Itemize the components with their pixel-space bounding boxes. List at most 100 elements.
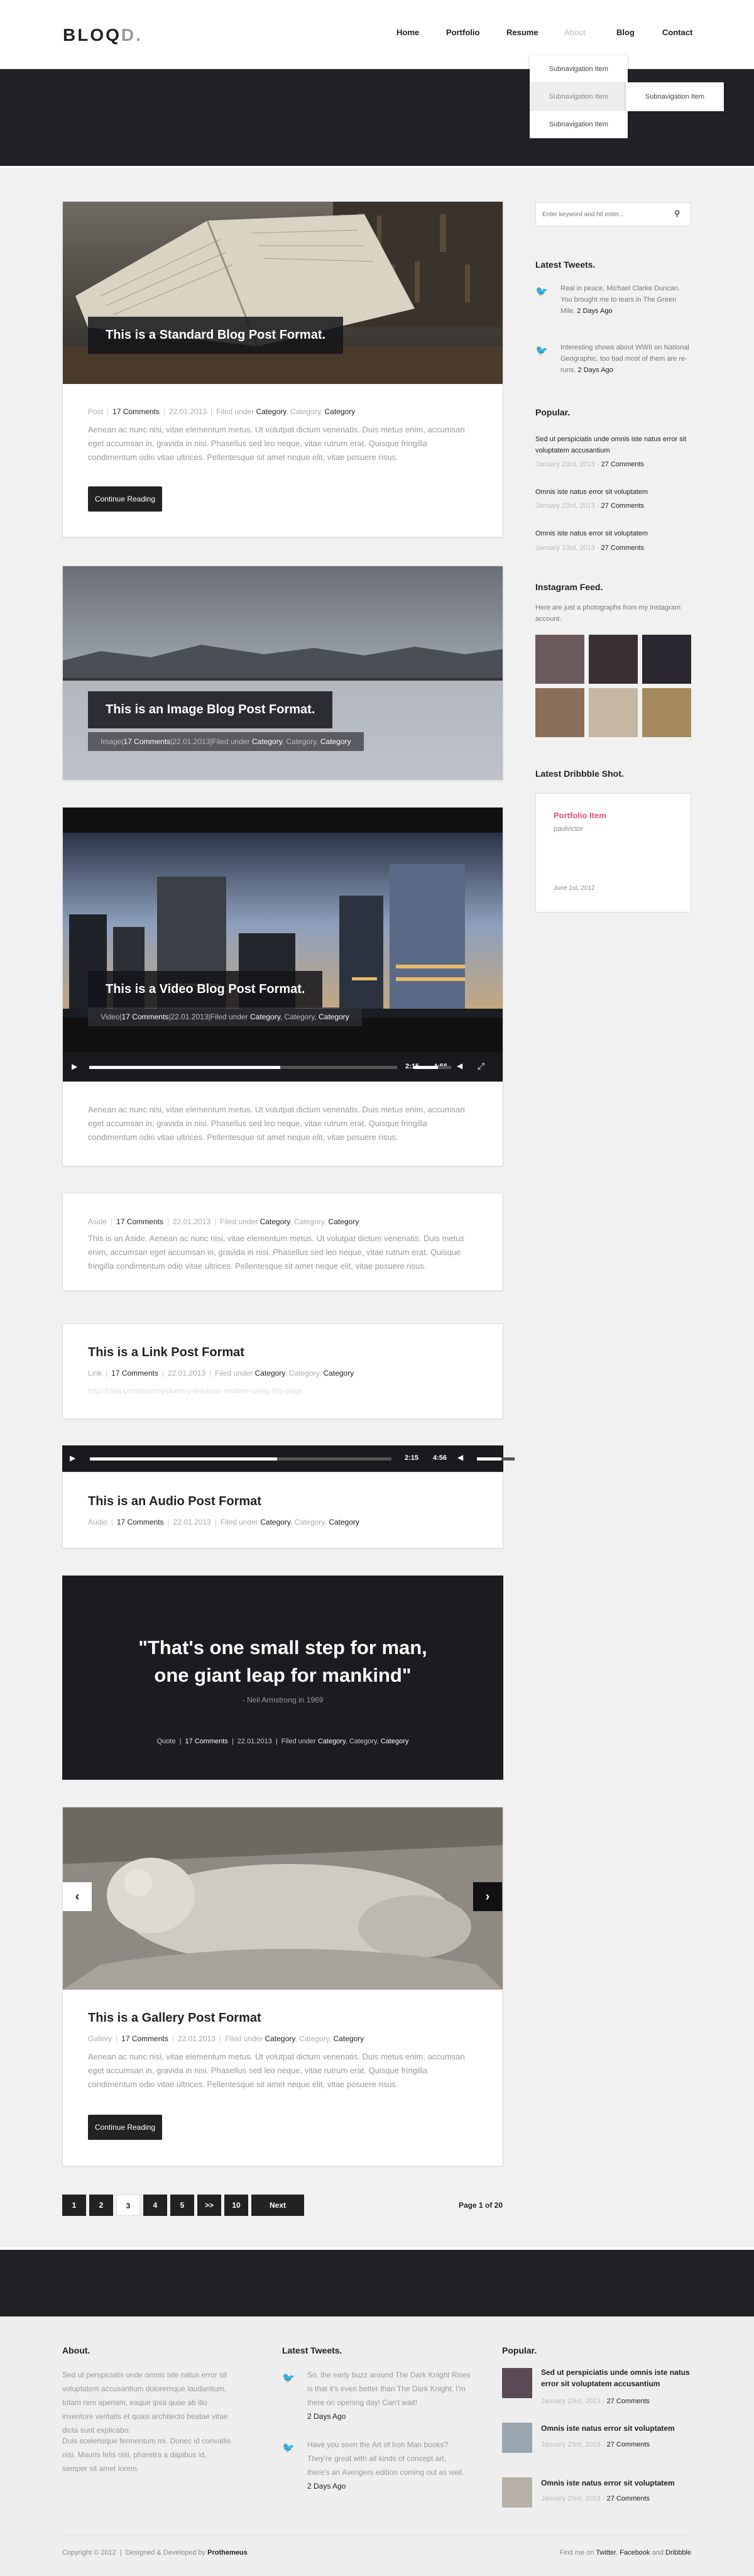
nav-home[interactable]: Home — [396, 28, 419, 37]
meta-category[interactable]: Category — [318, 1738, 346, 1745]
video-progress-track[interactable] — [89, 1066, 397, 1069]
search-icon[interactable]: ⚲ — [674, 209, 680, 219]
popular-thumbnail[interactable] — [502, 2368, 532, 2398]
meta-comments[interactable]: 17 Comments — [121, 2034, 168, 2043]
nav-about[interactable]: About — [564, 28, 586, 37]
meta-category[interactable]: Category — [256, 407, 287, 416]
meta-comments[interactable]: 17 Comments — [117, 1518, 164, 1526]
meta-category[interactable]: Category — [290, 407, 320, 416]
dribbble-link[interactable]: Dribbble — [665, 2549, 691, 2557]
next-page-button[interactable]: Next — [251, 2195, 304, 2216]
footer-popular-link[interactable]: Omnis iste natus error sit voluptatem — [541, 2477, 692, 2489]
meta-category[interactable]: Category — [324, 1369, 354, 1378]
video-volume-track[interactable] — [413, 1066, 451, 1069]
continue-reading-button[interactable]: Continue Reading — [88, 2115, 162, 2140]
popular-post-link[interactable]: Sed ut perspiciatis unde omnis iste natu… — [535, 434, 691, 456]
meta-comments[interactable]: 17 Comments — [122, 1012, 169, 1021]
page-4[interactable]: 4 — [143, 2195, 167, 2216]
tweet-time[interactable]: 2 Days Ago — [307, 2482, 346, 2491]
meta-category[interactable]: Category — [334, 2034, 364, 2043]
twitter-link[interactable]: Twitter — [596, 2549, 616, 2557]
meta-comments[interactable]: 17 Comments — [123, 737, 170, 746]
popular-comments[interactable]: 27 Comments — [601, 544, 644, 552]
page-5[interactable]: 5 — [170, 2195, 194, 2216]
dribbble-title[interactable]: Portfolio Item — [554, 811, 606, 820]
volume-icon[interactable]: ◀ — [457, 1453, 463, 1462]
slider-prev-arrow-icon[interactable]: ‹ — [63, 1882, 92, 1911]
instagram-photo[interactable] — [535, 688, 584, 737]
search-input[interactable] — [542, 208, 668, 221]
page-3[interactable]: 3 — [116, 2195, 140, 2216]
submenu-item[interactable]: Subnavigation Item — [530, 111, 628, 138]
meta-category[interactable]: Category — [260, 1217, 290, 1226]
nav-portfolio[interactable]: Portfolio — [446, 28, 479, 37]
audio-progress-track[interactable] — [90, 1457, 391, 1461]
page-10[interactable]: 10 — [224, 2195, 248, 2216]
submenu-item[interactable]: Subnavigation Item — [530, 55, 628, 83]
meta-category[interactable]: Category — [381, 1738, 409, 1745]
meta-category[interactable]: Category — [286, 737, 316, 746]
site-logo[interactable]: BLOQD. — [63, 25, 143, 45]
popular-comments[interactable]: 27 Comments — [607, 2495, 650, 2502]
submenu-flyout-item[interactable]: Subnavigation Item — [626, 82, 724, 111]
meta-category[interactable]: Category — [289, 1369, 319, 1378]
popular-comments[interactable]: 27 Comments — [607, 2441, 650, 2448]
meta-category[interactable]: Category — [265, 2034, 295, 2043]
popular-comments[interactable]: 27 Comments — [601, 461, 644, 468]
meta-category[interactable]: Category — [329, 1217, 359, 1226]
post-title[interactable]: This is a Gallery Post Format — [88, 2011, 261, 2025]
tweet-time[interactable]: 2 Days Ago — [578, 366, 613, 374]
meta-category[interactable]: Category — [294, 1217, 324, 1226]
popular-comments[interactable]: 27 Comments — [601, 502, 644, 510]
meta-category[interactable]: Category — [285, 1012, 315, 1021]
nav-resume[interactable]: Resume — [506, 28, 538, 37]
facebook-link[interactable]: Facebook — [620, 2549, 650, 2557]
footer-popular-link[interactable]: Omnis iste natus error sit voluptatem — [541, 2423, 692, 2434]
nav-blog[interactable]: Blog — [616, 28, 635, 37]
author-link[interactable]: Prothemeus — [207, 2549, 248, 2557]
play-icon[interactable]: ▶ — [72, 1062, 77, 1071]
slider-next-arrow-icon[interactable]: › — [473, 1882, 502, 1911]
meta-comments[interactable]: 17 Comments — [185, 1738, 227, 1745]
nav-contact[interactable]: Contact — [662, 28, 692, 37]
volume-icon[interactable]: ◀ — [457, 1061, 462, 1070]
meta-category[interactable]: Category — [250, 1012, 280, 1021]
post-title[interactable]: This is a Standard Blog Post Format. — [88, 317, 344, 354]
play-icon[interactable]: ▶ — [70, 1454, 75, 1462]
meta-category[interactable]: Category — [349, 1738, 377, 1745]
popular-thumbnail[interactable] — [502, 2423, 532, 2453]
footer-popular-link[interactable]: Sed ut perspiciatis unde omnis iste natu… — [541, 2367, 692, 2389]
submenu-item[interactable]: Subnavigation Item — [530, 83, 628, 111]
page-skip[interactable]: >> — [197, 2195, 221, 2216]
post-title[interactable]: This is a Link Post Format — [88, 1346, 244, 1360]
popular-comments[interactable]: 27 Comments — [607, 2398, 650, 2405]
meta-category[interactable]: Category — [299, 2034, 329, 2043]
post-link-url[interactable]: http://bloq.com/dummy/dummy-link/post-re… — [88, 1386, 302, 1395]
audio-volume-track[interactable] — [477, 1457, 515, 1461]
popular-post-link[interactable]: Omnis iste natus error sit voluptatem — [535, 528, 691, 539]
meta-category[interactable]: Category — [319, 1012, 349, 1021]
popular-thumbnail[interactable] — [502, 2477, 532, 2507]
instagram-photo[interactable] — [589, 635, 638, 684]
meta-comments[interactable]: 17 Comments — [116, 1217, 163, 1226]
meta-category[interactable]: Category — [252, 737, 282, 746]
instagram-photo[interactable] — [642, 688, 691, 737]
tweet-time[interactable]: 2 Days Ago — [577, 307, 612, 315]
page-1[interactable]: 1 — [62, 2195, 86, 2216]
page-2[interactable]: 2 — [89, 2195, 113, 2216]
instagram-photo[interactable] — [589, 688, 638, 737]
tweet-time[interactable]: 2 Days Ago — [307, 2412, 346, 2421]
continue-reading-button[interactable]: Continue Reading — [88, 486, 162, 512]
instagram-photo[interactable] — [642, 635, 691, 684]
meta-category[interactable]: Category — [255, 1369, 285, 1378]
meta-category[interactable]: Category — [325, 407, 356, 416]
meta-category[interactable]: Category — [295, 1518, 325, 1526]
meta-category[interactable]: Category — [260, 1518, 290, 1526]
post-title[interactable]: This is a Video Blog Post Format. — [88, 971, 323, 1008]
meta-comments[interactable]: 17 Comments — [111, 1369, 158, 1378]
meta-comments[interactable]: 17 Comments — [112, 407, 160, 416]
instagram-photo[interactable] — [535, 635, 584, 684]
meta-category[interactable]: Category — [329, 1518, 359, 1526]
fullscreen-icon[interactable]: ⤢ — [478, 1061, 495, 1073]
post-title[interactable]: This is an Image Blog Post Format. — [88, 691, 333, 728]
